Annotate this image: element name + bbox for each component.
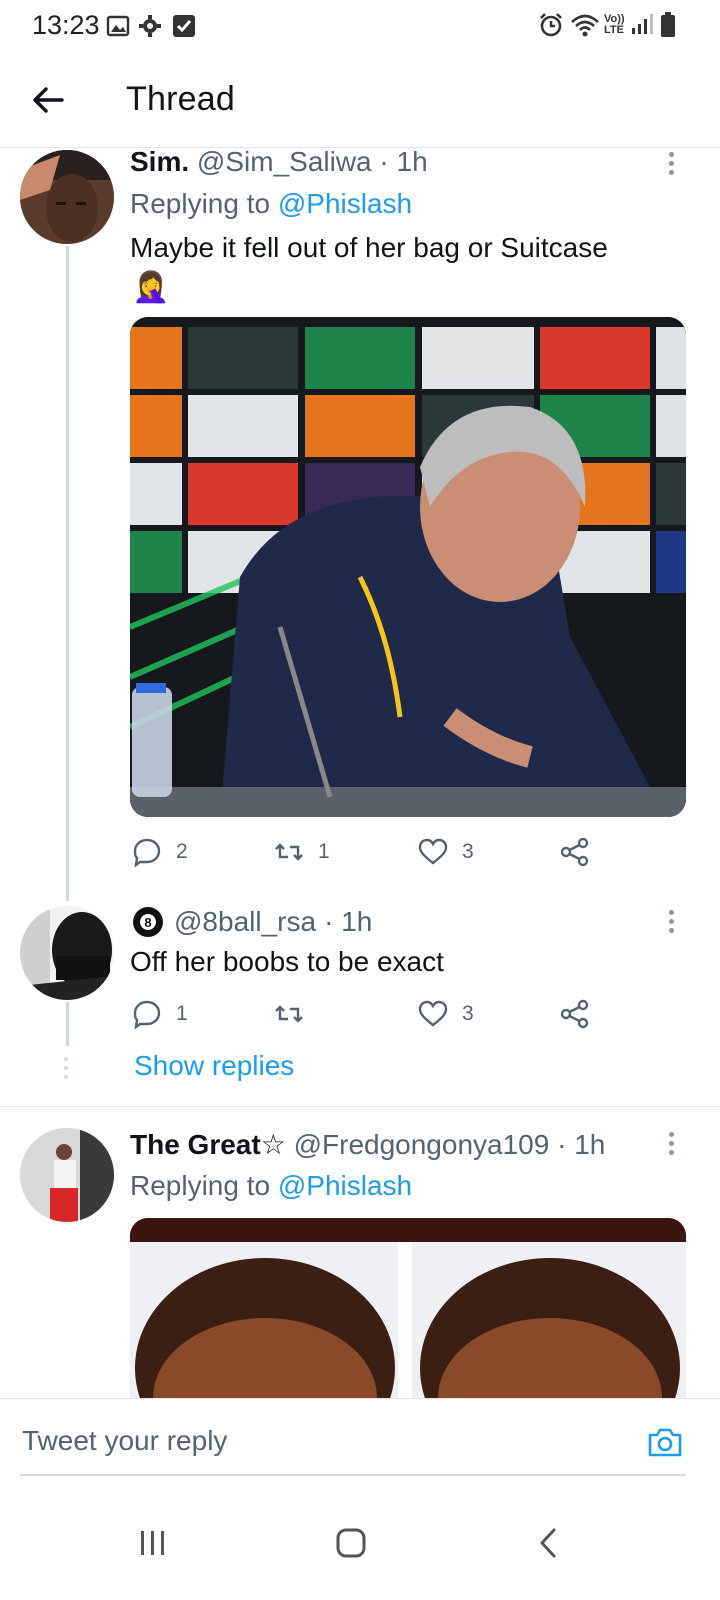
reply-button[interactable]: 2 (132, 832, 188, 872)
share-icon (560, 999, 589, 1029)
heart-icon (418, 1000, 448, 1027)
settings-gear-icon (139, 15, 161, 37)
heart-icon (418, 838, 448, 865)
tweet-text: Off her boobs to be exact (130, 946, 444, 977)
page-title: Thread (126, 80, 235, 118)
reply-icon (133, 838, 161, 867)
eight-ball-icon: 8 (133, 907, 163, 937)
more-options-icon[interactable] (666, 1132, 676, 1159)
home-icon[interactable] (326, 1518, 376, 1568)
like-count: 3 (462, 1002, 474, 1025)
svg-text:8: 8 (144, 915, 151, 930)
avatar[interactable] (20, 1128, 114, 1222)
tweet-time: · 1h (324, 906, 373, 937)
signal-icon (632, 14, 653, 34)
tweet-actions: 1 3 (132, 994, 652, 1034)
tweet-reply-input[interactable]: Tweet your reply (22, 1425, 227, 1457)
like-count: 3 (462, 840, 474, 863)
mention-link[interactable]: @Phislash (278, 1170, 412, 1201)
mention-link[interactable]: @Phislash (278, 188, 412, 219)
reply-count: 1 (176, 1002, 188, 1025)
tweet-media-image[interactable] (130, 317, 686, 817)
tweet-header: 8 @8ball_rsa · 1h (132, 906, 372, 938)
status-bar: 13:23 Vo)) LTE (0, 0, 720, 56)
tweet-body: Maybe it fell out of her bag or Suitcase (130, 232, 608, 263)
tweet-time: · 1h (557, 1129, 606, 1160)
network-label: Vo)) LTE (604, 13, 625, 36)
like-button[interactable]: 3 (418, 994, 474, 1034)
wifi-icon (571, 14, 599, 37)
recent-apps-icon[interactable] (128, 1518, 178, 1568)
system-nav-bar (0, 1490, 720, 1600)
avatar[interactable] (20, 150, 114, 244)
reply-underline (20, 1474, 686, 1476)
replying-label: Replying to (130, 188, 271, 219)
retweet-count: 1 (318, 840, 330, 863)
alarm-icon (540, 13, 562, 37)
thread-connector (66, 1002, 69, 1046)
tweet-time: · 1h (379, 146, 428, 177)
retweet-button[interactable] (274, 994, 318, 1034)
share-icon (560, 837, 589, 867)
thread-header: Thread (0, 56, 720, 148)
reply-icon (133, 1000, 161, 1029)
share-button[interactable] (560, 832, 604, 872)
checkbox-icon (173, 15, 195, 37)
divider (0, 1106, 720, 1107)
retweet-button[interactable]: 1 (274, 832, 330, 872)
avatar[interactable] (20, 906, 114, 1000)
more-options-icon[interactable] (666, 152, 676, 179)
status-time: 13:23 (32, 10, 100, 40)
more-options-icon[interactable] (666, 910, 676, 937)
gallery-icon (106, 15, 130, 37)
replying-label: Replying to (130, 1170, 271, 1201)
back-nav-icon[interactable] (524, 1518, 574, 1568)
author-name[interactable]: The Great☆ (130, 1129, 286, 1160)
replying-to: Replying to @Phislash (130, 188, 412, 220)
share-button[interactable] (560, 994, 604, 1034)
retweet-icon (275, 843, 303, 861)
retweet-icon (275, 1005, 303, 1023)
facepalm-emoji: 🤦‍♀️ (132, 271, 170, 304)
tweet-header: The Great☆ @Fredgongonya109 · 1h (130, 1128, 605, 1161)
thread-dots (64, 1057, 69, 1079)
battery-icon (661, 12, 675, 37)
author-handle[interactable]: @Fredgongonya109 (294, 1129, 550, 1160)
tweet-header: Sim. @Sim_Saliwa · 1h (130, 146, 428, 178)
reply-composer: Tweet your reply (0, 1398, 720, 1486)
thread-connector (66, 246, 69, 901)
like-button[interactable]: 3 (418, 832, 474, 872)
reply-count: 2 (176, 840, 188, 863)
replying-to: Replying to @Phislash (130, 1170, 412, 1202)
author-name[interactable]: Sim. (130, 146, 189, 177)
reply-button[interactable]: 1 (132, 994, 188, 1034)
author-handle[interactable]: @Sim_Saliwa (197, 146, 372, 177)
camera-icon[interactable] (646, 1423, 684, 1461)
show-replies-link[interactable]: Show replies (134, 1050, 294, 1082)
author-handle[interactable]: @8ball_rsa (174, 906, 316, 938)
back-arrow-icon[interactable] (28, 80, 68, 120)
tweet-text: Maybe it fell out of her bag or Suitcase (130, 228, 690, 268)
tweet-media-image[interactable] (130, 1218, 686, 1418)
tweet-actions: 2 1 3 (132, 832, 652, 872)
